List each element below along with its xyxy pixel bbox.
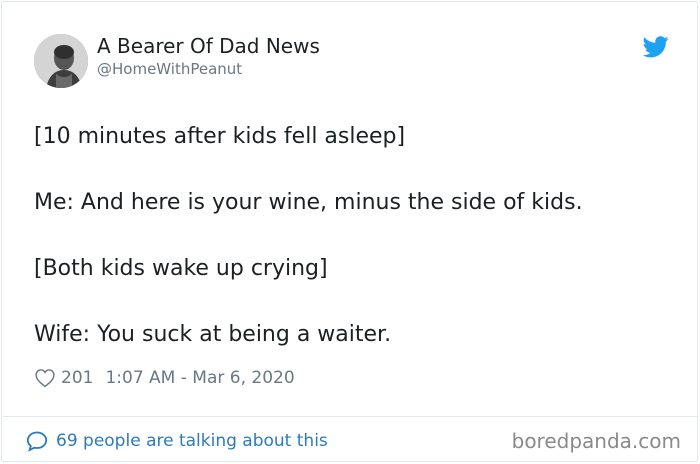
heart-icon[interactable] (34, 367, 56, 389)
conversation-text[interactable]: 69 people are talking about this (56, 431, 328, 451)
author-handle[interactable]: @HomeWithPeanut (97, 60, 242, 78)
watermark: boredpanda.com (511, 429, 681, 453)
tweet-line: Wife: You suck at being a waiter. (34, 322, 392, 347)
tweet-line: [Both kids wake up crying] (34, 256, 328, 281)
tweet-meta: 201 1:07 AM - Mar 6, 2020 (34, 366, 295, 390)
divider (3, 416, 698, 417)
author-display-name[interactable]: A Bearer Of Dad News (97, 34, 320, 58)
avatar[interactable] (34, 34, 88, 88)
tweet-line: [10 minutes after kids fell asleep] (34, 124, 406, 149)
conversation-link[interactable]: 69 people are talking about this (25, 429, 328, 453)
twitter-bird-icon[interactable] (643, 36, 669, 58)
speech-bubble-icon (26, 431, 48, 452)
like-count[interactable]: 201 (61, 368, 93, 388)
tweet-card: A Bearer Of Dad News @HomeWithPeanut [10… (1, 1, 698, 462)
tweet-timestamp[interactable]: 1:07 AM - Mar 6, 2020 (105, 368, 294, 388)
avatar-photo (34, 34, 88, 88)
tweet-line: Me: And here is your wine, minus the sid… (34, 190, 583, 215)
tweet-text: [10 minutes after kids fell asleep] Me: … (34, 123, 674, 387)
